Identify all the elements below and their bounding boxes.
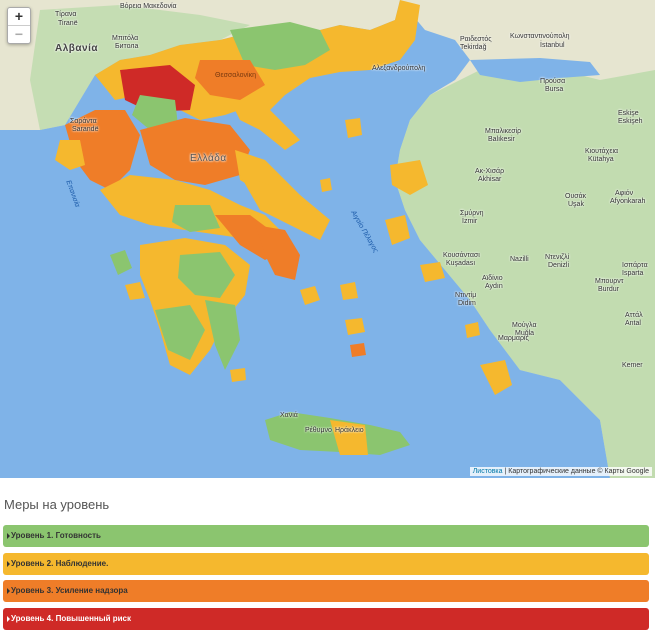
label-kemer: Kemer [622,362,643,369]
label-tekirdag2: Tekirdağ [460,44,487,51]
label-balikesir: Μπαλικεσίρ [485,128,522,135]
label-istanbul: Κωνσταντινούπολη [510,33,570,40]
label-akhisar: Ακ-Χισάρ [475,168,505,175]
label-usak: Ουσάκ [565,193,587,200]
label-bursa: Προύσα [540,78,566,85]
label-aydin2: Aydın [485,283,503,290]
level-2-label: Уровень 2. Наблюдение. [11,559,109,568]
level-3-label: Уровень 3. Усиление надзора [11,586,128,595]
island-thasos [345,118,362,138]
attribution-text: | Картографические данные © Карты Google [504,468,650,475]
label-antalya: Αττάλ [625,312,643,319]
label-izmir: Σμύρνη [460,210,484,217]
map[interactable]: + − Τίρανα Tiranë Βόρεια Μακεδονία Μπιτό… [0,0,655,478]
label-burdur: Μπουρντ [595,278,624,285]
caret-right-icon [7,587,10,594]
label-vorea-makedonia: Βόρεια Μακεδονία [120,3,177,10]
label-eskisehir2: Eskişeh [618,118,643,125]
level-2-accordion[interactable]: Уровень 2. Наблюдение. [3,553,649,575]
label-denizli: Ντενιζλί [545,254,570,261]
island-rhodes [480,360,512,395]
island-zakynthos [125,282,145,300]
label-izmir2: İzmir [462,218,478,225]
label-isparta: Ισπάρτα [622,262,648,269]
label-didim2: Didim [458,300,476,307]
label-bitola2: Битола [115,43,139,50]
measures-title: Меры на уровень [4,497,110,512]
label-afyon2: Afyonkarah [610,198,646,205]
region-thessaly [140,118,250,185]
label-kusadasi: Κουσάντασι [443,252,480,259]
island-kefalonia [110,250,132,275]
label-sarande2: Sarandë [72,126,99,133]
label-isparta2: Isparta [622,270,644,277]
label-didim: Ντιντίμ [455,292,477,299]
level-1-accordion[interactable]: Уровень 1. Готовность [3,525,649,547]
caret-right-icon [7,615,10,622]
label-usak2: Uşak [568,201,584,208]
label-ellada: Ελλάδα [190,153,227,164]
label-kutahya: Κιουτάχεια [585,148,619,155]
label-tirana: Τίρανα [55,11,77,18]
label-afyon: Αφιόν [615,190,634,197]
map-attribution: Листовка | Картографические данные © Кар… [469,467,652,476]
label-mugla: Μούγλα [512,322,537,329]
level-3-accordion[interactable]: Уровень 3. Усиление надзора [3,580,649,602]
label-istanbul2: İstanbul [540,42,565,49]
label-thessaloniki: Θεσσαλονίκη [215,72,256,79]
level-1-label: Уровень 1. Готовность [11,531,101,540]
label-antalya2: Antal [625,320,641,327]
island-tinos [340,282,358,300]
island-skiathos [320,178,332,192]
label-balikesir2: Balıkesir [488,136,515,143]
label-kusadasi2: Kuşadası [446,260,476,267]
level-4-label: Уровень 4. Повышенный риск [11,614,131,623]
attribution-link[interactable]: Листовка [473,468,503,475]
label-aydin: Αϊδίνιο [482,275,503,282]
label-bitola: Μπιτόλα [112,35,139,42]
island-andros [300,286,320,305]
island-kos [465,322,480,338]
label-alexandroupoli: Αλεξανδρούπολη [372,65,426,72]
island-naxos [345,318,365,335]
label-kutahya2: Kütahya [588,156,614,163]
label-nazilli: Nazilli [510,256,529,263]
label-eskisehir: Eskişe [618,110,639,117]
label-albania: Αλβανία [55,43,99,54]
label-akhisar2: Akhisar [478,176,502,183]
label-marmaris: Μαρμαρίς [498,335,529,342]
label-denizli2: Denizli [548,262,570,269]
zoom-in-button[interactable]: + [8,8,30,25]
map-canvas [0,0,655,478]
label-sarande: Σαράντα [70,118,97,125]
island-santorini [350,343,366,357]
label-heraklion: Ηράκλειο [335,427,364,434]
level-4-accordion[interactable]: Уровень 4. Повышенный риск [3,608,649,630]
island-kythira [230,368,246,382]
label-tekirdag: Ραιδεστός [460,36,492,43]
island-chios [385,215,410,245]
caret-right-icon [7,532,10,539]
label-tirane: Tiranë [58,20,78,27]
caret-right-icon [7,560,10,567]
label-rethymno: Ρέθυμνο [305,427,332,434]
label-bursa2: Bursa [545,86,564,93]
label-burdur2: Burdur [598,286,620,293]
label-chania: Χανιά [280,412,298,419]
zoom-out-button[interactable]: − [8,25,30,43]
region-corfu [55,140,85,170]
zoom-control[interactable]: + − [7,7,31,44]
